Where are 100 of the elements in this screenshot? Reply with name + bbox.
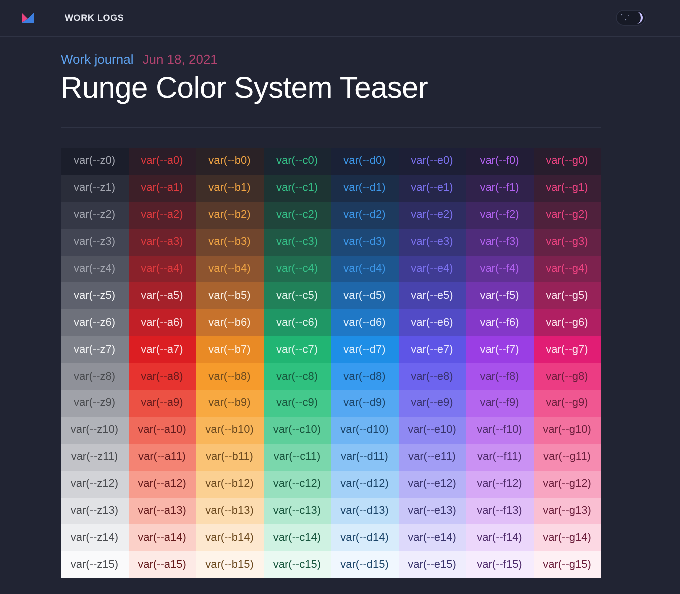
color-swatch: var(--b13) [196, 498, 264, 524]
color-swatch: var(--f6) [466, 309, 534, 336]
color-swatch: var(--f15) [466, 551, 534, 578]
color-swatch: var(--a7) [128, 336, 196, 364]
color-swatch: var(--b5) [196, 282, 264, 310]
color-swatch: var(--f2) [466, 202, 534, 229]
color-swatch: var(--b15) [196, 551, 264, 578]
color-swatch: var(--e0) [398, 148, 466, 175]
color-swatch: var(--b12) [196, 470, 264, 498]
color-swatch: var(--a8) [128, 363, 196, 390]
color-swatch: var(--d12) [331, 470, 398, 498]
color-swatch: var(--e7) [398, 336, 466, 364]
color-swatch: var(--g4) [534, 256, 601, 282]
color-swatch: var(--f0) [466, 148, 534, 175]
color-swatch: var(--g11) [534, 444, 601, 471]
color-swatch: var(--g6) [534, 309, 601, 336]
color-swatch: var(--d14) [331, 524, 398, 552]
color-swatch: var(--z4) [61, 256, 128, 282]
category-link[interactable]: Work journal [61, 52, 134, 66]
color-swatch: var(--z12) [61, 470, 128, 498]
color-swatch: var(--c3) [264, 228, 331, 256]
color-swatch: var(--b1) [196, 174, 264, 202]
section-title: WORK LOGS [65, 13, 126, 23]
color-swatch: var(--a0) [128, 148, 196, 175]
color-swatch: var(--b11) [196, 444, 264, 471]
color-swatch: var(--c10) [264, 416, 331, 444]
color-swatch: var(--b3) [196, 228, 264, 256]
theme-toggle[interactable] [616, 10, 646, 26]
color-swatch: var(--e15) [398, 551, 466, 578]
color-swatch: var(--a4) [128, 256, 196, 282]
color-swatch: var(--c2) [264, 202, 331, 229]
color-swatch: var(--d11) [331, 444, 398, 471]
color-swatch: var(--d9) [331, 390, 398, 417]
color-swatch: var(--d10) [331, 416, 398, 444]
color-swatch: var(--z6) [61, 309, 128, 336]
color-swatch: var(--c8) [264, 363, 331, 390]
color-swatch: var(--c11) [264, 444, 331, 471]
color-swatch: var(--f10) [466, 416, 534, 444]
color-swatch: var(--g1) [534, 174, 601, 202]
color-swatch: var(--b7) [196, 336, 264, 364]
color-swatch: var(--z2) [61, 202, 128, 229]
color-swatch: var(--d2) [331, 202, 398, 229]
post-date: Jun 18, 2021 [142, 52, 218, 66]
color-swatch: var(--d13) [331, 498, 398, 524]
color-swatch: var(--f4) [466, 256, 534, 282]
color-swatch: var(--e10) [398, 416, 466, 444]
color-swatch: var(--c15) [264, 551, 331, 578]
color-swatch: var(--e3) [398, 228, 466, 256]
color-swatch: var(--z10) [61, 416, 128, 444]
color-swatch: var(--c6) [264, 309, 331, 336]
color-swatch: var(--d8) [331, 363, 398, 390]
color-swatch: var(--z5) [61, 282, 128, 310]
color-swatch: var(--f5) [466, 282, 534, 310]
color-swatch: var(--d5) [331, 282, 398, 310]
color-swatch: var(--f12) [466, 470, 534, 498]
color-swatch: var(--z11) [61, 444, 128, 471]
color-swatch: var(--c4) [264, 256, 331, 282]
color-swatch: var(--z14) [61, 524, 128, 552]
color-swatch: var(--c13) [264, 498, 331, 524]
color-swatch: var(--d1) [331, 174, 398, 202]
color-swatch: var(--b9) [196, 390, 264, 417]
color-swatch: var(--g5) [534, 282, 601, 310]
color-swatch: var(--e12) [398, 470, 466, 498]
color-swatch: var(--a9) [128, 390, 196, 417]
color-swatch: var(--z1) [61, 174, 128, 202]
color-swatch: var(--e8) [398, 363, 466, 390]
color-swatch: var(--b0) [196, 148, 264, 175]
color-swatch: var(--d6) [331, 309, 398, 336]
color-swatch: var(--f11) [466, 444, 534, 471]
color-swatch: var(--a12) [128, 470, 196, 498]
color-swatch: var(--e9) [398, 390, 466, 417]
color-swatch: var(--c1) [264, 174, 331, 202]
color-swatch: var(--f8) [466, 363, 534, 390]
color-swatch: var(--g0) [534, 148, 601, 175]
color-swatch: var(--c7) [264, 336, 331, 364]
color-swatch: var(--g3) [534, 228, 601, 256]
color-swatch: var(--a3) [128, 228, 196, 256]
color-swatch: var(--f9) [466, 390, 534, 417]
color-swatch: var(--z13) [61, 498, 128, 524]
color-swatch: var(--b6) [196, 309, 264, 336]
color-swatch: var(--a5) [128, 282, 196, 310]
color-swatch: var(--a14) [128, 524, 196, 552]
color-swatch: var(--z0) [61, 148, 128, 175]
color-swatch: var(--g8) [534, 363, 601, 390]
color-swatch: var(--a10) [128, 416, 196, 444]
logo-icon[interactable] [22, 13, 34, 23]
color-swatch: var(--a6) [128, 309, 196, 336]
color-swatch: var(--g12) [534, 470, 601, 498]
color-swatch: var(--d4) [331, 256, 398, 282]
color-swatch: var(--d15) [331, 551, 398, 578]
color-swatch: var(--z8) [61, 363, 128, 390]
color-swatch: var(--b10) [196, 416, 264, 444]
color-swatch: var(--e6) [398, 309, 466, 336]
color-swatch: var(--b8) [196, 363, 264, 390]
color-swatch: var(--g9) [534, 390, 601, 417]
color-swatch: var(--g2) [534, 202, 601, 229]
color-swatch: var(--z7) [61, 336, 128, 364]
color-swatch: var(--b2) [196, 202, 264, 229]
color-swatch: var(--e1) [398, 174, 466, 202]
color-swatch: var(--c9) [264, 390, 331, 417]
